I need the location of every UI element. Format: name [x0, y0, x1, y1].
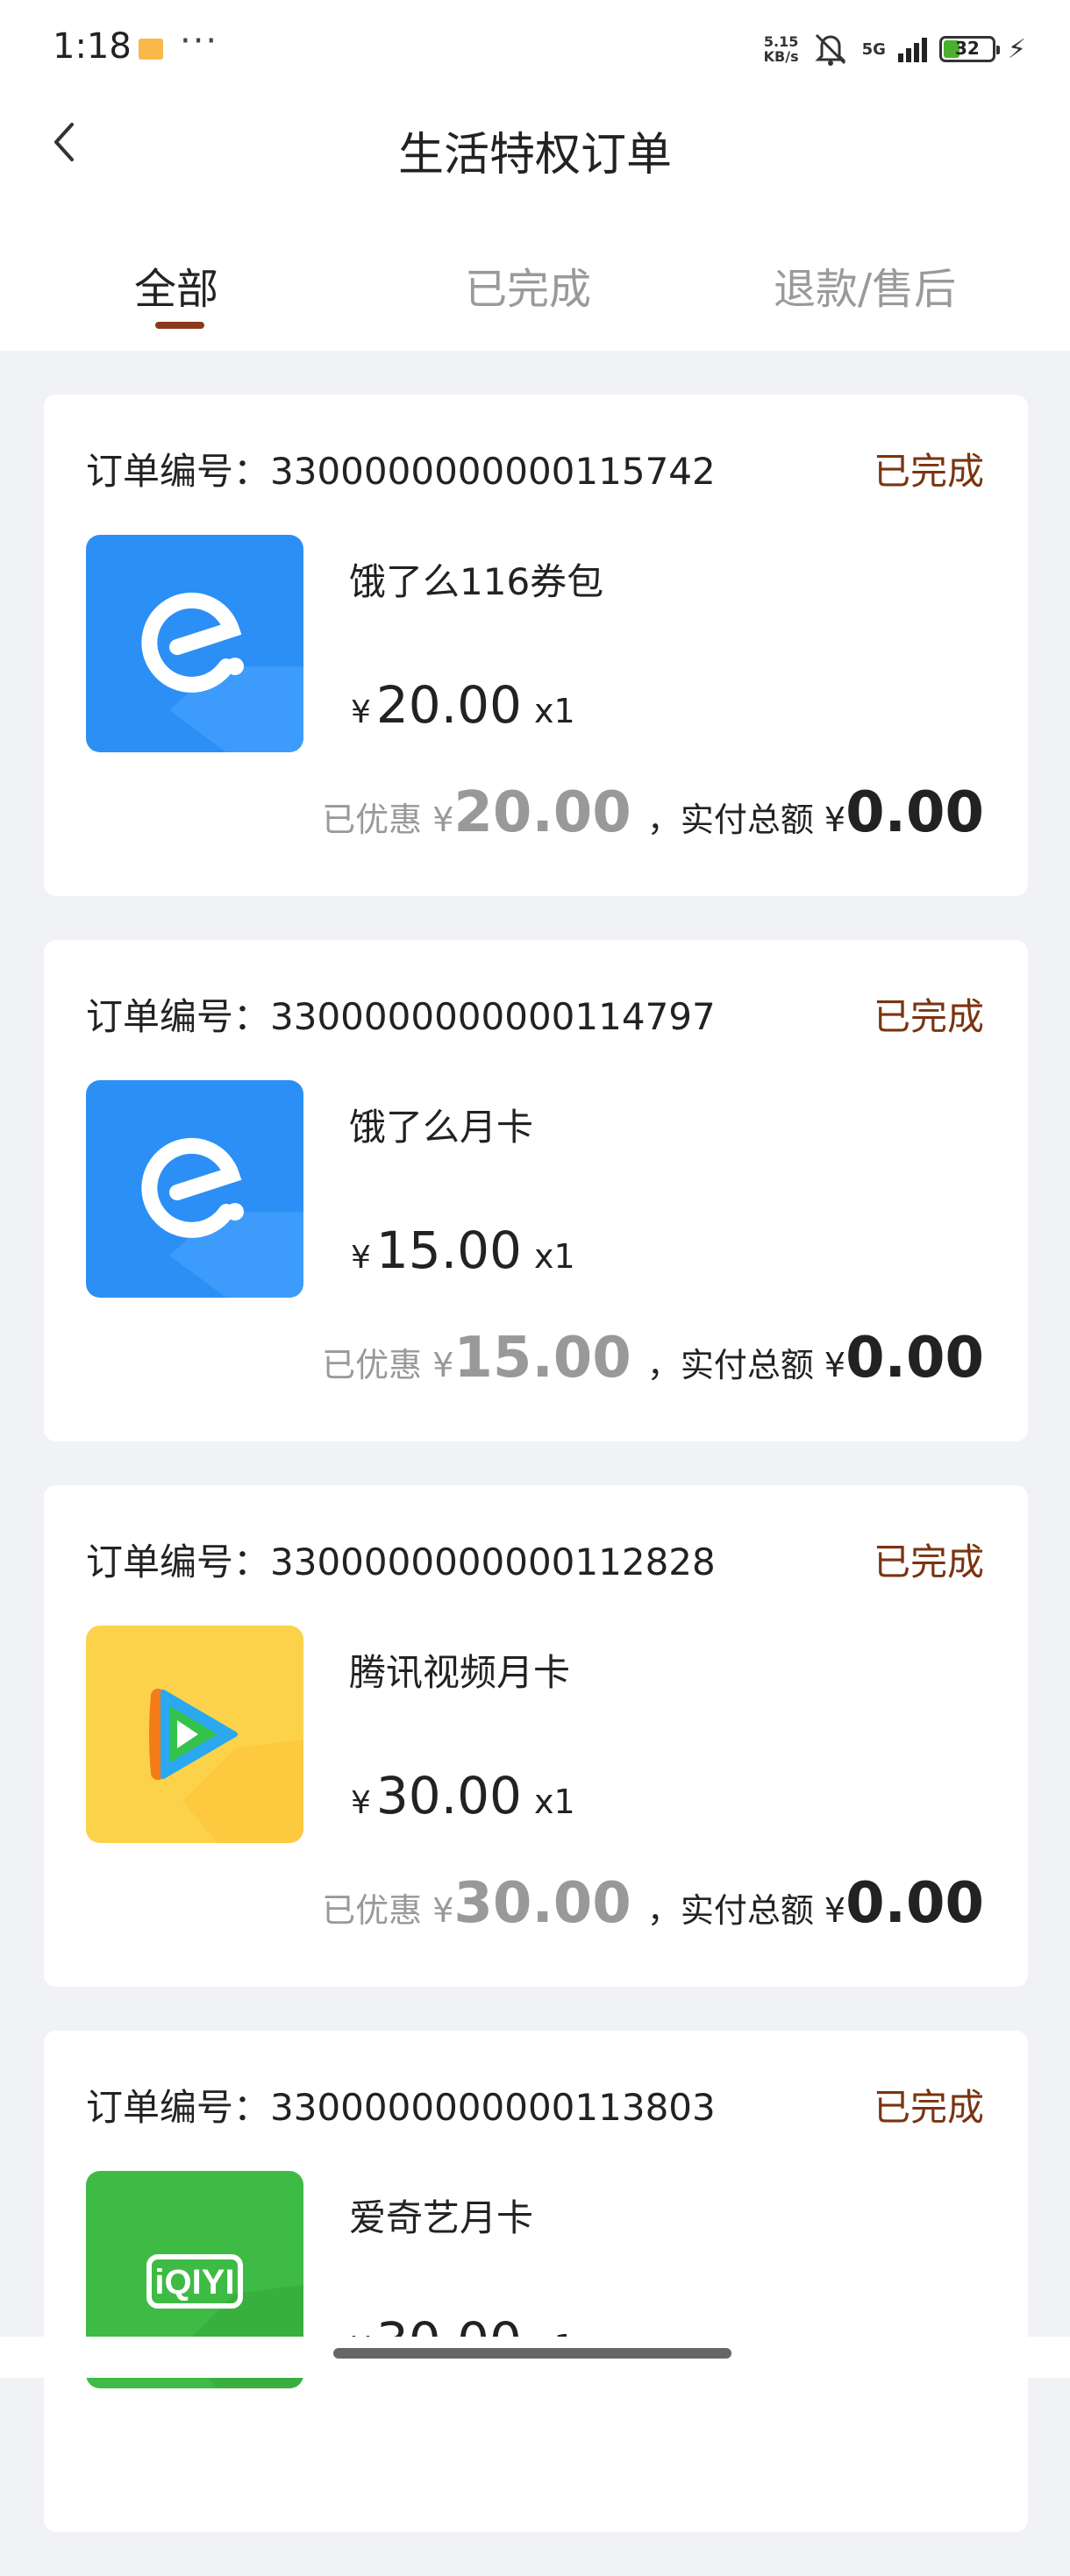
quantity: x1	[533, 692, 575, 730]
eleme-logo-icon	[86, 1080, 303, 1298]
eleme-logo-icon	[86, 535, 303, 752]
order-number: 订单编号：3300000000000114797	[86, 987, 716, 1041]
product-price: ¥15.00 x1	[351, 1220, 575, 1280]
tab-completed[interactable]: 已完成	[465, 254, 591, 316]
tab-bar: 全部 已完成 退款/售后	[0, 202, 1070, 351]
price-value: 15.00	[375, 1220, 522, 1280]
order-number: 订单编号：3300000000000115742	[86, 442, 716, 495]
net-speed-unit: KB/s	[763, 48, 799, 65]
order-number-label: 订单编号：	[86, 995, 271, 1038]
tencent-video-logo-icon	[86, 1626, 303, 1843]
product-price: ¥30.00 x1	[351, 1766, 575, 1825]
order-number-value: 3300000000000114797	[270, 995, 716, 1038]
payment-summary: 已优惠 ¥15.00 ，实付总额 ¥0.00	[322, 1326, 984, 1391]
mute-icon	[814, 33, 846, 66]
charging-icon: ⚡	[1007, 33, 1026, 65]
iqiyi-logo-text: iQIYI	[154, 2263, 234, 2302]
order-number-value: 3300000000000115742	[270, 450, 716, 493]
discount-label: 已优惠 ¥	[322, 801, 454, 839]
battery-tip	[995, 46, 1000, 54]
currency-symbol: ¥	[351, 1785, 371, 1821]
order-status: 已完成	[873, 1541, 984, 1583]
order-card[interactable]: 订单编号：3300000000000114797 已完成 饿了么月卡 ¥15.0…	[44, 940, 1028, 1441]
paid-value: 0.00	[845, 1871, 984, 1936]
currency-symbol: ¥	[351, 694, 371, 730]
battery-level: 32	[955, 38, 980, 59]
network-type: 5G	[861, 39, 886, 59]
discount-value: 15.00	[453, 1326, 631, 1391]
paid-label: ，实付总额 ¥	[646, 1346, 846, 1384]
order-number-value: 3300000000000113803	[270, 2086, 716, 2129]
product-name: 饿了么116券包	[349, 560, 604, 603]
quantity: x1	[533, 1783, 575, 1821]
price-value: 30.00	[375, 1766, 522, 1825]
order-status: 已完成	[873, 2086, 984, 2129]
order-card[interactable]: 订单编号：3300000000000113803 已完成 iQIYI 爱奇艺月卡…	[44, 2031, 1028, 2532]
battery-icon: 32	[938, 36, 1000, 62]
order-card[interactable]: 订单编号：3300000000000112828 已完成 腾讯视频月卡 ¥30.…	[44, 1485, 1028, 1987]
net-speed-value: 5.15	[763, 33, 799, 50]
active-tab-indicator	[155, 322, 204, 329]
tab-all[interactable]: 全部	[134, 254, 218, 316]
status-bar: 1:18 ··· 5.15 KB/s 5G 32 ⚡	[0, 0, 1070, 96]
status-indicators: 5.15 KB/s 5G 32 ⚡	[764, 30, 1026, 68]
order-status: 已完成	[873, 450, 984, 493]
page-title: 生活特权订单	[397, 129, 672, 181]
discount-value: 30.00	[453, 1871, 631, 1936]
more-notifications-icon: ···	[180, 21, 219, 61]
signal-icon	[897, 36, 927, 62]
paid-label: ，实付总额 ¥	[646, 801, 846, 839]
paid-label: ，实付总额 ¥	[646, 1891, 846, 1930]
discount-value: 20.00	[453, 780, 631, 845]
payment-summary: 已优惠 ¥30.00 ，实付总额 ¥0.00	[322, 1871, 984, 1936]
discount-label: 已优惠 ¥	[322, 1891, 454, 1930]
order-list: 订单编号：3300000000000115742 已完成 饿了么116券包 ¥2…	[44, 395, 1028, 2576]
order-number-value: 3300000000000112828	[270, 1541, 716, 1583]
order-status: 已完成	[873, 995, 984, 1038]
nav-header: 生活特权订单	[0, 96, 1070, 202]
order-number: 订单编号：3300000000000112828	[86, 1533, 716, 1586]
discount-label: 已优惠 ¥	[322, 1346, 454, 1384]
home-indicator[interactable]	[333, 2348, 731, 2359]
product-name: 腾讯视频月卡	[349, 1651, 571, 1694]
product-name: 爱奇艺月卡	[349, 2196, 534, 2239]
paid-value: 0.00	[845, 780, 984, 845]
order-number-label: 订单编号：	[86, 2086, 271, 2129]
quantity: x1	[533, 1237, 575, 1276]
tab-refund[interactable]: 退款/售后	[774, 254, 956, 316]
price-value: 20.00	[375, 675, 522, 735]
order-card[interactable]: 订单编号：3300000000000115742 已完成 饿了么116券包 ¥2…	[44, 395, 1028, 896]
order-number-label: 订单编号：	[86, 450, 271, 493]
payment-summary: 已优惠 ¥20.00 ，实付总额 ¥0.00	[322, 780, 984, 845]
net-speed: 5.15 KB/s	[764, 34, 799, 64]
paid-value: 0.00	[845, 1326, 984, 1391]
order-number: 订单编号：3300000000000113803	[86, 2078, 716, 2131]
product-name: 饿了么月卡	[349, 1106, 534, 1149]
product-price: ¥20.00 x1	[351, 675, 575, 735]
status-time: 1:18	[53, 26, 132, 67]
currency-symbol: ¥	[351, 1240, 371, 1276]
notification-flag-icon	[139, 39, 163, 60]
order-number-label: 订单编号：	[86, 1541, 271, 1583]
